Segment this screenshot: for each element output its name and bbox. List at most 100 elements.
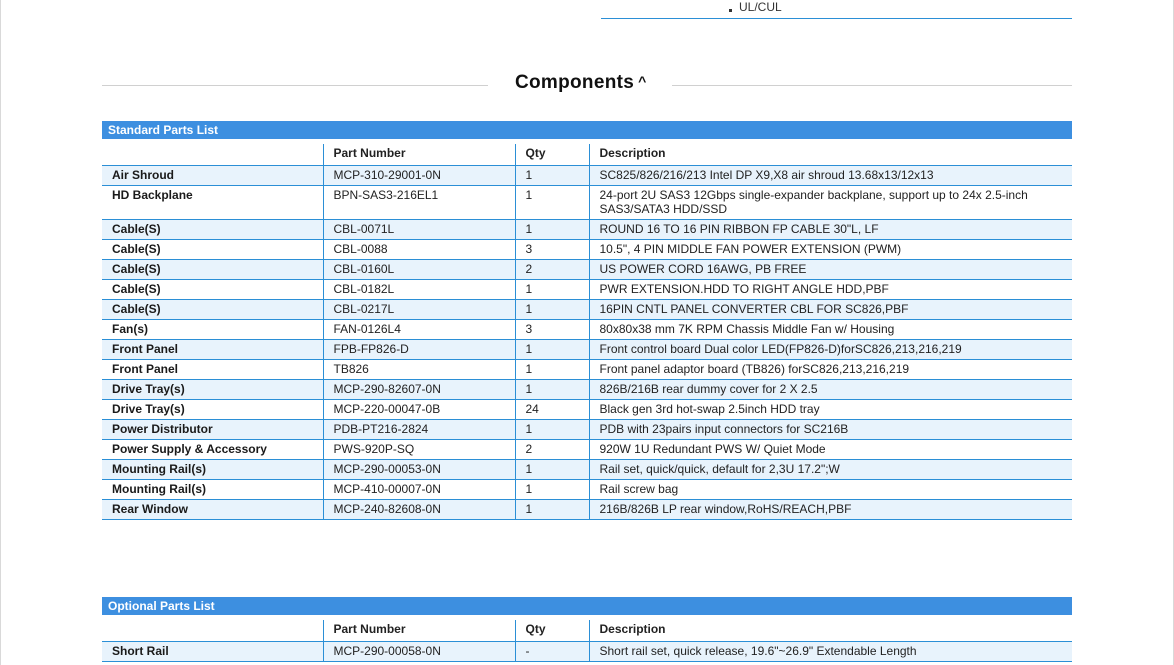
table-row: Cable(S) CBL-0071L 1 ROUND 16 TO 16 PIN RIB… (102, 219, 1072, 240)
cell-component: Power Supply & Accessory (102, 439, 323, 460)
cell-component: Cable(S) (102, 259, 323, 280)
cell-component: Cable(S) (102, 219, 323, 240)
cell-qty: 2 (514, 439, 589, 460)
table-row: Short Rail MCP-290-00058-0N - Short rail se… (102, 641, 1072, 662)
table-row: Fan(s) FAN-0126L4 3 80x80x38 mm 7K RPM Chas… (102, 319, 1072, 340)
certifications-list: UL/CUL (601, 0, 1072, 19)
table-row: Power Distributor PDB-PT216-2824 1 PDB with… (102, 419, 1072, 440)
cell-component: Drive Tray(s) (102, 399, 323, 420)
table-row: Cable(S) CBL-0182L 1 PWR EXTENSION.HDD TO R… (102, 279, 1072, 300)
cell-qty: 1 (514, 165, 589, 186)
cell-description: Front panel adaptor board (TB826) forSC8… (588, 359, 1072, 380)
cell-part-number: PWS-920P-SQ (322, 439, 515, 460)
table-row: Drive Tray(s) MCP-220-00047-0B 24 Black gen… (102, 399, 1072, 420)
table-row: Front Panel TB826 1 Front panel adaptor boa… (102, 359, 1072, 380)
cell-description: 10.5", 4 PIN MIDDLE FAN POWER EXTENSION … (588, 239, 1072, 260)
chevron-up-icon: ^ (638, 73, 647, 89)
certification-item: UL/CUL (739, 0, 782, 14)
cell-part-number: MCP-220-00047-0B (322, 399, 515, 420)
cell-qty: 1 (514, 419, 589, 440)
column-header-description: Description (588, 144, 1072, 166)
cell-description: PWR EXTENSION.HDD TO RIGHT ANGLE HDD,PBF (588, 279, 1072, 300)
cell-description: 216B/826B LP rear window,RoHS/REACH,PBF (588, 499, 1072, 520)
cell-part-number: CBL-0088 (322, 239, 515, 260)
cell-qty: 1 (514, 459, 589, 480)
cell-part-number: FPB-FP826-D (322, 339, 515, 360)
cell-part-number: CBL-0217L (322, 299, 515, 320)
column-header-name (102, 144, 323, 166)
cell-description: 920W 1U Redundant PWS W/ Quiet Mode (588, 439, 1072, 460)
column-header-name (102, 620, 323, 642)
components-toggle[interactable]: Components ^ (515, 72, 647, 94)
column-header-part-number: Part Number (322, 620, 515, 642)
cell-part-number: MCP-290-82607-0N (322, 379, 515, 400)
cell-qty: 24 (514, 399, 589, 420)
table-row: Air Shroud MCP-310-29001-0N 1 SC825/826/216… (102, 165, 1072, 186)
cell-part-number: MCP-240-82608-0N (322, 499, 515, 520)
cell-part-number: CBL-0071L (322, 219, 515, 240)
cell-description: 80x80x38 mm 7K RPM Chassis Middle Fan w/… (588, 319, 1072, 340)
optional-parts-heading: Optional Parts List (102, 597, 1072, 615)
cell-component: Mounting Rail(s) (102, 459, 323, 480)
cell-qty: 1 (514, 219, 589, 240)
cell-component: Rear Window (102, 499, 323, 520)
cell-description: Short rail set, quick release, 19.6"~26.… (588, 641, 1072, 662)
standard-parts-heading: Standard Parts List (102, 121, 1072, 139)
cell-component: Mounting Rail(s) (102, 479, 323, 500)
cell-qty: 1 (514, 479, 589, 500)
cell-description: 826B/216B rear dummy cover for 2 X 2.5 (588, 379, 1072, 400)
cell-description: PDB with 23pairs input connectors for SC… (588, 419, 1072, 440)
table-row: Front Panel FPB-FP826-D 1 Front control boa… (102, 339, 1072, 360)
cell-description: Black gen 3rd hot-swap 2.5inch HDD tray (588, 399, 1072, 420)
cell-component: Drive Tray(s) (102, 379, 323, 400)
cell-description: Rail set, quick/quick, default for 2,3U … (588, 459, 1072, 480)
cell-part-number: MCP-290-00058-0N (322, 641, 515, 662)
table-header-row: Part Number Qty Description (102, 144, 1072, 166)
cell-description: ROUND 16 TO 16 PIN RIBBON FP CABLE 30"L,… (588, 219, 1072, 240)
cell-part-number: MCP-290-00053-0N (322, 459, 515, 480)
cell-qty: 1 (514, 339, 589, 360)
cell-part-number: PDB-PT216-2824 (322, 419, 515, 440)
cell-component: Cable(S) (102, 279, 323, 300)
divider (672, 85, 1072, 86)
cell-qty: 1 (514, 359, 589, 380)
cell-qty: 2 (514, 259, 589, 280)
cell-qty: 1 (514, 499, 589, 520)
cell-qty: 1 (514, 279, 589, 300)
cell-part-number: BPN-SAS3-216EL1 (322, 185, 515, 220)
table-row: Mounting Rail(s) MCP-410-00007-0N 1 Rail sc… (102, 479, 1072, 500)
table-row: Cable(S) CBL-0088 3 10.5", 4 PIN MIDDLE FAN… (102, 239, 1072, 260)
column-header-qty: Qty (514, 144, 589, 166)
cell-part-number: FAN-0126L4 (322, 319, 515, 340)
cell-qty: 3 (514, 239, 589, 260)
section-title: Components (515, 72, 635, 93)
table-row: HD Backplane BPN-SAS3-216EL1 1 24-port 2U S… (102, 185, 1072, 220)
cell-component: HD Backplane (102, 185, 323, 220)
table-header-row: Part Number Qty Description (102, 620, 1072, 642)
standard-parts-table: Part Number Qty Description Air Shroud MC… (102, 144, 1072, 520)
cell-description: SC825/826/216/213 Intel DP X9,X8 air shr… (588, 165, 1072, 186)
cell-component: Air Shroud (102, 165, 323, 186)
cell-component: Short Rail (102, 641, 323, 662)
cell-component: Cable(S) (102, 239, 323, 260)
cell-component: Front Panel (102, 359, 323, 380)
cell-qty: 1 (514, 299, 589, 320)
cell-qty: 1 (514, 185, 589, 220)
cell-part-number: CBL-0160L (322, 259, 515, 280)
optional-parts-table: Part Number Qty Description Short Rail MC… (102, 620, 1072, 662)
cell-qty: - (514, 641, 589, 662)
cell-description: US POWER CORD 16AWG, PB FREE (588, 259, 1072, 280)
components-section-header: Components ^ (102, 70, 1072, 100)
cell-qty: 1 (514, 379, 589, 400)
cell-component: Power Distributor (102, 419, 323, 440)
cell-qty: 3 (514, 319, 589, 340)
table-row: Mounting Rail(s) MCP-290-00053-0N 1 Rail se… (102, 459, 1072, 480)
cell-description: 24-port 2U SAS3 12Gbps single-expander b… (588, 185, 1072, 220)
bullet-icon (729, 9, 732, 12)
table-row: Cable(S) CBL-0160L 2 US POWER CORD 16AWG, P… (102, 259, 1072, 280)
cell-description: Rail screw bag (588, 479, 1072, 500)
table-row: Rear Window MCP-240-82608-0N 1 216B/826B LP… (102, 499, 1072, 520)
table-row: Drive Tray(s) MCP-290-82607-0N 1 826B/216B … (102, 379, 1072, 400)
divider (102, 85, 488, 86)
cell-part-number: MCP-410-00007-0N (322, 479, 515, 500)
